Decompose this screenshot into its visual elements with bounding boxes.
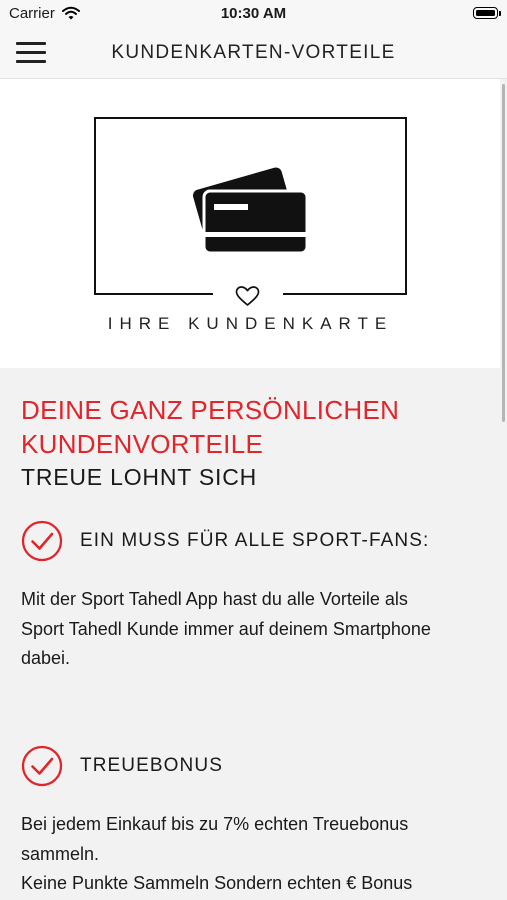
feature-text-line: Keine Punkte Sammeln Sondern echten € Bo…: [21, 873, 413, 893]
feature-text-line: Bei jedem Einkauf bis zu 7% echten Treue…: [21, 814, 409, 834]
check-circle-icon: [21, 520, 63, 562]
heart-icon: [235, 286, 260, 306]
headline-line-1: DEINE GANZ PERSÖNLICHEN: [21, 395, 400, 425]
headline: DEINE GANZ PERSÖNLICHEN KUNDENVORTEILE: [21, 393, 483, 461]
navigation-bar: KUNDENKARTEN-VORTEILE: [0, 30, 507, 79]
feature-title: EIN MUSS FÜR ALLE SPORT-FANS:: [80, 530, 430, 551]
battery-icon: [473, 7, 501, 19]
feature-title: TREUEBONUS: [80, 755, 223, 776]
feature-text-line: sammeln.: [21, 843, 100, 864]
feature-text-line: dabei.: [21, 648, 71, 668]
page-title: KUNDENKARTEN-VORTEILE: [111, 42, 396, 63]
benefits-header: DEINE GANZ PERSÖNLICHEN KUNDENVORTEILE T…: [21, 393, 483, 493]
status-bar: Carrier 10:30 AM: [0, 0, 507, 30]
scrollbar[interactable]: [502, 84, 505, 422]
card-caption: IHRE KUNDENKARTE: [107, 314, 394, 333]
feature-text-line: Sport Tahedl Kunde immer auf deinem Smar…: [21, 618, 431, 639]
status-time: 10:30 AM: [220, 5, 287, 22]
subheadline: TREUE LOHNT SICH: [21, 464, 258, 490]
feature-description: Bei jedem Einkauf bis zu 7% echten Treue…: [21, 810, 491, 899]
feature-description: Mit der Sport Tahedl App hast du alle Vo…: [21, 585, 491, 674]
check-circle-icon: [21, 745, 63, 787]
feature-text-line: Mit der Sport Tahedl App hast du alle Vo…: [21, 589, 408, 609]
customer-card-banner: IHRE KUNDENKARTE: [0, 79, 500, 368]
credit-cards-icon: [192, 167, 308, 253]
headline-line-2: KUNDENVORTEILE: [21, 429, 264, 459]
